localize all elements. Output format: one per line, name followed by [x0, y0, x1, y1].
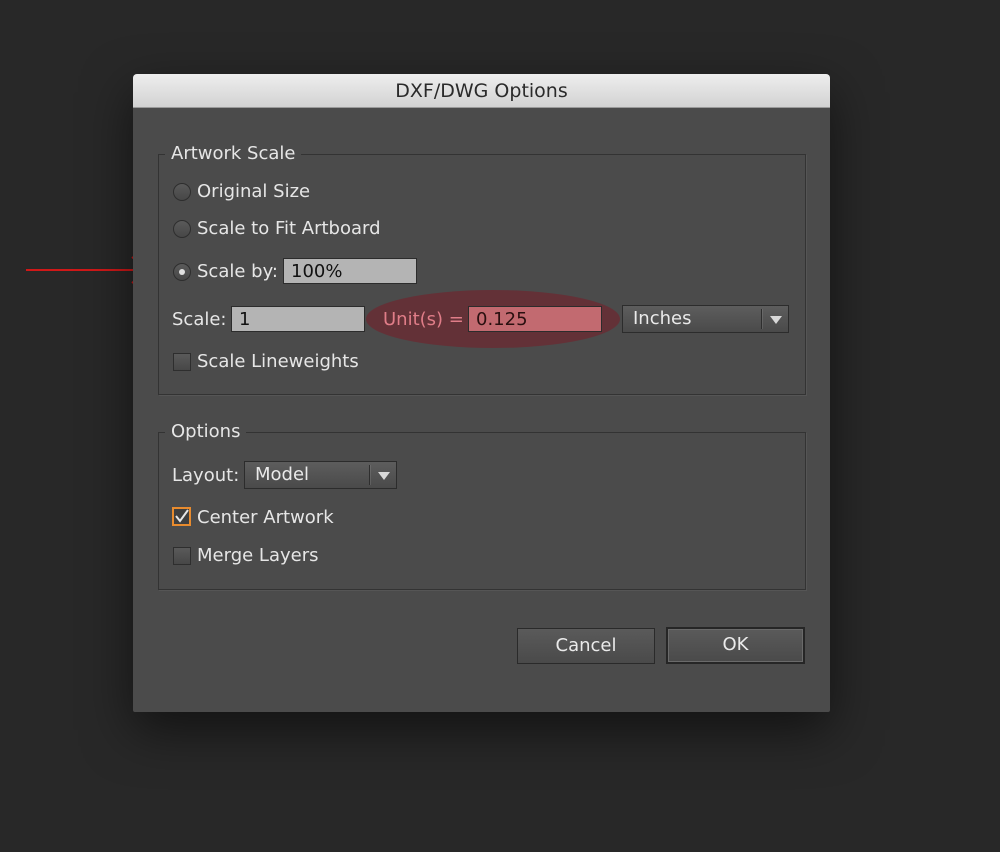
ok-button[interactable]: OK: [666, 627, 805, 664]
cancel-button[interactable]: Cancel: [517, 628, 655, 664]
unit-select-separator: [761, 309, 762, 329]
unit-select-value: Inches: [633, 308, 692, 329]
center-artwork-label[interactable]: Center Artwork: [197, 507, 334, 529]
checkmark-icon: [175, 509, 189, 523]
artwork-scale-legend: Artwork Scale: [165, 144, 302, 164]
chevron-down-icon: [770, 316, 782, 324]
scale-by-label[interactable]: Scale by:: [197, 261, 278, 283]
layout-select-value: Model: [255, 464, 310, 485]
chevron-down-icon: [378, 472, 390, 480]
scale-label: Scale:: [172, 309, 227, 330]
scale-input[interactable]: 1: [231, 306, 365, 332]
scale-to-fit-label[interactable]: Scale to Fit Artboard: [197, 218, 381, 240]
original-size-radio[interactable]: [173, 183, 191, 201]
layout-select[interactable]: Model: [244, 461, 397, 489]
center-artwork-checkbox[interactable]: [172, 507, 191, 526]
unit-select[interactable]: Inches: [622, 305, 789, 333]
layout-label: Layout:: [172, 465, 240, 486]
scale-by-radio[interactable]: [173, 263, 191, 281]
units-label: Unit(s) =: [383, 309, 464, 330]
scale-lineweights-checkbox[interactable]: [173, 353, 191, 371]
options-legend: Options: [165, 422, 247, 442]
layout-select-separator: [369, 465, 370, 485]
original-size-label[interactable]: Original Size: [197, 181, 310, 203]
scale-lineweights-label[interactable]: Scale Lineweights: [197, 351, 359, 373]
scale-to-fit-radio[interactable]: [173, 220, 191, 238]
merge-layers-checkbox[interactable]: [173, 547, 191, 565]
merge-layers-label[interactable]: Merge Layers: [197, 545, 318, 567]
scale-by-input[interactable]: 100%: [283, 258, 417, 284]
dialog-title: DXF/DWG Options: [133, 74, 830, 108]
units-input[interactable]: 0.125: [468, 306, 602, 332]
